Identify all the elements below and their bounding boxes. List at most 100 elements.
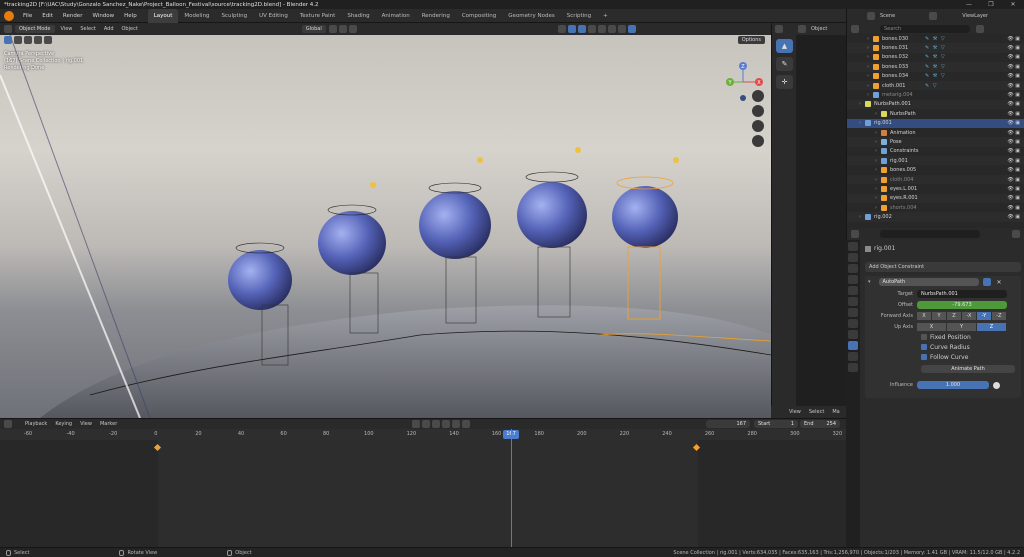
mode-dropdown[interactable]: Object Mode <box>15 25 55 33</box>
influence-disable-icon[interactable] <box>993 381 1000 389</box>
tab-modeling[interactable]: Modeling <box>178 9 215 23</box>
menu-keying[interactable]: Keying <box>51 421 76 427</box>
shading-material-icon[interactable] <box>617 25 626 33</box>
tab-animation[interactable]: Animation <box>376 9 416 23</box>
menu-marker-2[interactable]: Ma <box>828 409 843 415</box>
outliner-row[interactable]: › rig.001 👁 ▣ <box>847 156 1024 166</box>
menu-render[interactable]: Render <box>58 9 88 23</box>
menu-file[interactable]: File <box>18 9 37 23</box>
measure-tool-icon[interactable]: ✛ <box>776 75 793 89</box>
current-frame-field[interactable]: 167 <box>706 420 750 428</box>
forward-axis-x-button[interactable]: X <box>917 311 931 320</box>
jump-end-icon[interactable] <box>462 420 471 428</box>
visibility-toggle-icon[interactable]: 👁 ▣ <box>1007 64 1020 70</box>
influence-slider[interactable]: 1.000 <box>917 381 989 389</box>
outliner-row[interactable]: › shorts.004 👁 ▣ <box>847 203 1024 212</box>
up-axis-x-button[interactable]: X <box>917 322 946 331</box>
outliner-row[interactable]: › Constraints 👁 ▣ <box>847 147 1024 156</box>
view-layer-tab-icon[interactable] <box>848 275 858 284</box>
menu-add[interactable]: Add <box>100 26 118 32</box>
shading-solid-icon[interactable] <box>607 25 616 33</box>
outliner-row[interactable]: › metarig.004 👁 ▣ <box>847 90 1024 99</box>
side-object-label[interactable]: Object <box>807 26 831 32</box>
pivot-icon[interactable] <box>328 25 337 33</box>
object-tab-icon[interactable] <box>848 319 858 328</box>
fixed-position-row[interactable]: Fixed Position <box>865 332 1021 342</box>
visibility-toggle-icon[interactable]: 👁 ▣ <box>1007 111 1020 117</box>
3d-viewport[interactable]: Camera Perspective (167) Scene Collectio… <box>0 35 771 418</box>
editor-type-icon-2[interactable] <box>775 25 783 33</box>
menu-select-2[interactable]: Select <box>805 409 828 415</box>
xray-icon[interactable] <box>587 25 596 33</box>
scene-new-icon[interactable] <box>929 12 938 20</box>
prev-key-icon[interactable] <box>422 420 431 428</box>
next-key-icon[interactable] <box>452 420 461 428</box>
physics-tab-icon[interactable] <box>848 330 858 339</box>
visibility-toggle-icon[interactable]: 👁 ▣ <box>1007 54 1020 60</box>
outliner-row[interactable]: › cloth.001 ✎ ▽ 👁 ▣ <box>847 80 1024 91</box>
pin-icon[interactable] <box>1012 230 1020 238</box>
animate-path-button[interactable]: Animate Path <box>921 365 1015 373</box>
follow-curve-row[interactable]: Follow Curve <box>865 352 1021 362</box>
timeline-body[interactable] <box>0 429 846 547</box>
menu-window[interactable]: Window <box>87 9 119 23</box>
tab-uv-editing[interactable]: UV Editing <box>253 9 294 23</box>
tab-scripting[interactable]: Scripting <box>561 9 597 23</box>
collection-tab-icon[interactable] <box>848 308 858 317</box>
outliner-row[interactable]: › NurbsPath.001 👁 ▣ <box>847 99 1024 110</box>
data-tab-icon[interactable] <box>848 352 858 361</box>
forward-axis-z-button[interactable]: Z <box>947 311 961 320</box>
select-invert-icon[interactable] <box>44 36 52 44</box>
start-frame-field[interactable]: Start 1 <box>754 420 798 428</box>
visibility-toggle-icon[interactable]: 👁 ▣ <box>1007 148 1020 154</box>
visibility-toggle-icon[interactable]: 👁 ▣ <box>1007 177 1020 183</box>
menu-view[interactable]: View <box>57 26 77 32</box>
menu-select[interactable]: Select <box>76 26 99 32</box>
collapse-icon[interactable]: ▾ <box>868 279 871 285</box>
visibility-toggle-icon[interactable]: 👁 ▣ <box>1007 83 1020 89</box>
forward-axis-neg-x-button[interactable]: -X <box>962 311 976 320</box>
visibility-toggle-icon[interactable]: 👁 ▣ <box>1007 139 1020 145</box>
add-workspace-button[interactable]: + <box>597 9 614 23</box>
object-mode-icon[interactable] <box>798 25 806 33</box>
select-subtract-icon[interactable] <box>34 36 42 44</box>
end-frame-field[interactable]: End 254 <box>800 420 840 428</box>
fixed-position-checkbox[interactable] <box>921 334 927 340</box>
forward-axis-neg-z-button[interactable]: -Z <box>992 311 1006 320</box>
constraint-tab-icon[interactable] <box>848 341 858 350</box>
bone-tab-icon[interactable] <box>848 363 858 372</box>
outliner-row[interactable]: › Pose 👁 ▣ <box>847 137 1024 147</box>
visibility-toggle-icon[interactable]: 👁 ▣ <box>1007 73 1020 79</box>
close-button[interactable]: ✕ <box>1002 0 1024 9</box>
outliner-row[interactable]: › eyes.L.001 👁 ▣ <box>847 184 1024 193</box>
shading-wire-icon[interactable] <box>597 25 606 33</box>
zoom-icon[interactable] <box>752 90 764 102</box>
orientation-dropdown[interactable]: Global <box>301 25 326 33</box>
menu-help[interactable]: Help <box>119 9 142 23</box>
select-extend-icon[interactable] <box>24 36 32 44</box>
outliner-search-input[interactable]: Search <box>880 24 970 33</box>
play-reverse-icon[interactable] <box>432 420 441 428</box>
constraint-name-field[interactable]: AutoPath <box>878 278 979 286</box>
curve-radius-checkbox[interactable] <box>921 344 927 350</box>
view-layer-label[interactable]: ViewLayer <box>958 13 992 19</box>
forward-axis-y-button[interactable]: Y <box>932 311 946 320</box>
properties-search-input[interactable] <box>880 230 980 238</box>
constraint-enable-icon[interactable] <box>982 278 991 286</box>
outliner-row[interactable]: › eyes.R.001 👁 ▣ <box>847 193 1024 204</box>
proportional-edit-icon[interactable] <box>348 25 357 33</box>
menu-edit[interactable]: Edit <box>37 9 58 23</box>
select-tool-icon[interactable]: ▲ <box>776 39 793 53</box>
outliner-row[interactable]: › bones.034 ✎ ⚒ ▽ 👁 ▣ <box>847 72 1024 81</box>
filter-icon[interactable] <box>851 24 859 33</box>
constraint-remove-icon[interactable]: ✕ <box>997 279 1002 286</box>
add-constraint-button[interactable]: Add Object Constraint <box>865 262 1021 272</box>
tab-compositing[interactable]: Compositing <box>456 9 502 23</box>
minimize-button[interactable]: — <box>958 0 980 9</box>
visibility-toggle-icon[interactable]: 👁 ▣ <box>1007 158 1020 164</box>
play-icon[interactable] <box>442 420 451 428</box>
visibility-toggle-icon[interactable]: 👁 ▣ <box>1007 130 1020 136</box>
visibility-toggle-icon[interactable]: 👁 ▣ <box>1007 45 1020 51</box>
select-mode-icon[interactable] <box>14 36 22 44</box>
offset-field[interactable]: -79.673 <box>917 300 1007 309</box>
